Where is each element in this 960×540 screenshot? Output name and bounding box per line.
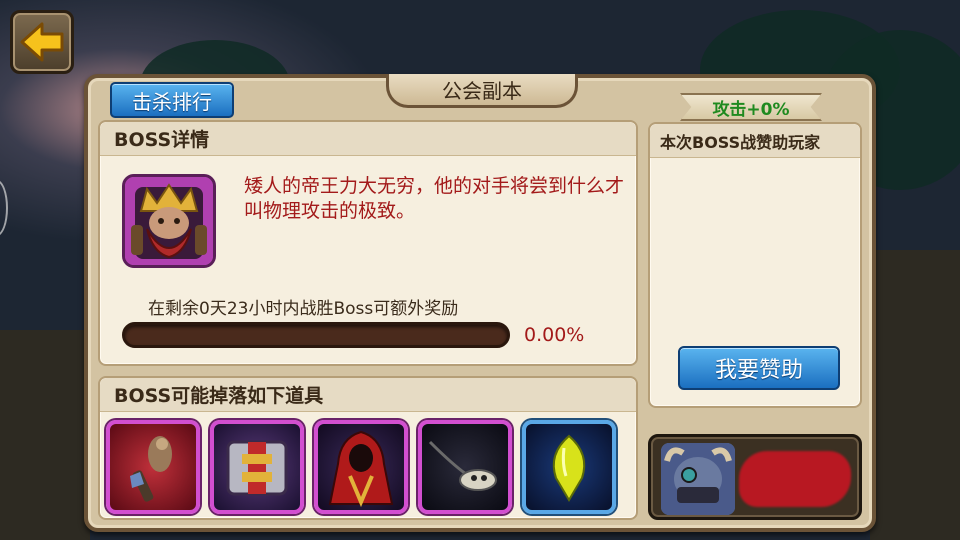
player-avatar: [661, 443, 735, 515]
side-drawer-handle[interactable]: [0, 180, 8, 236]
boss-portrait: [122, 174, 216, 268]
boss-details-section: BOSS详情 矮人的帝王力大无穷，他的对手将尝到什么才叫物理攻击的极致。 在剩余…: [98, 120, 638, 366]
player-card[interactable]: [648, 434, 862, 520]
armor-chest-icon: [226, 440, 288, 496]
hooded-cloak-icon: [328, 430, 394, 508]
redacted-player-name: [739, 451, 851, 507]
drop-item-skull-necklace[interactable]: [418, 420, 512, 514]
boss-details-heading: BOSS详情: [100, 122, 636, 156]
panel-title: 公会副本: [386, 74, 578, 108]
skull-necklace-icon: [428, 440, 497, 491]
boss-progress-percent: 0.00%: [524, 324, 585, 346]
boss-drops-heading: BOSS可能掉落如下道具: [100, 378, 636, 412]
boss-description: 矮人的帝王力大无穷，他的对手将尝到什么才叫物理攻击的极致。: [244, 175, 625, 222]
bonus-timer-text: 在剩余0天23小时内战胜Boss可额外奖励: [148, 299, 459, 319]
green-gem-icon: [552, 434, 586, 502]
attack-bonus-banner: 攻击+0%: [680, 93, 822, 121]
boss-progress-bar: [122, 322, 510, 348]
dwarf-king-icon: [125, 177, 213, 265]
back-arrow-icon: [20, 22, 64, 62]
drop-items-row: [106, 420, 616, 514]
boss-drops-section: BOSS可能掉落如下道具: [98, 376, 638, 520]
sponsor-section: 本次BOSS战赞助玩家 我要赞助: [648, 122, 862, 408]
drop-item-feathered-totem[interactable]: [106, 420, 200, 514]
drop-item-green-gem[interactable]: [522, 420, 616, 514]
drop-item-hooded-cloak[interactable]: [314, 420, 408, 514]
horned-mask-avatar-icon: [661, 443, 735, 515]
feathered-totem-icon: [130, 436, 172, 502]
back-button[interactable]: [10, 10, 74, 74]
drop-item-armor-chest[interactable]: [210, 420, 304, 514]
sponsor-heading: 本次BOSS战赞助玩家: [650, 124, 860, 158]
kill-ranking-button[interactable]: 击杀排行: [110, 82, 234, 118]
sponsor-button[interactable]: 我要赞助: [678, 346, 840, 390]
